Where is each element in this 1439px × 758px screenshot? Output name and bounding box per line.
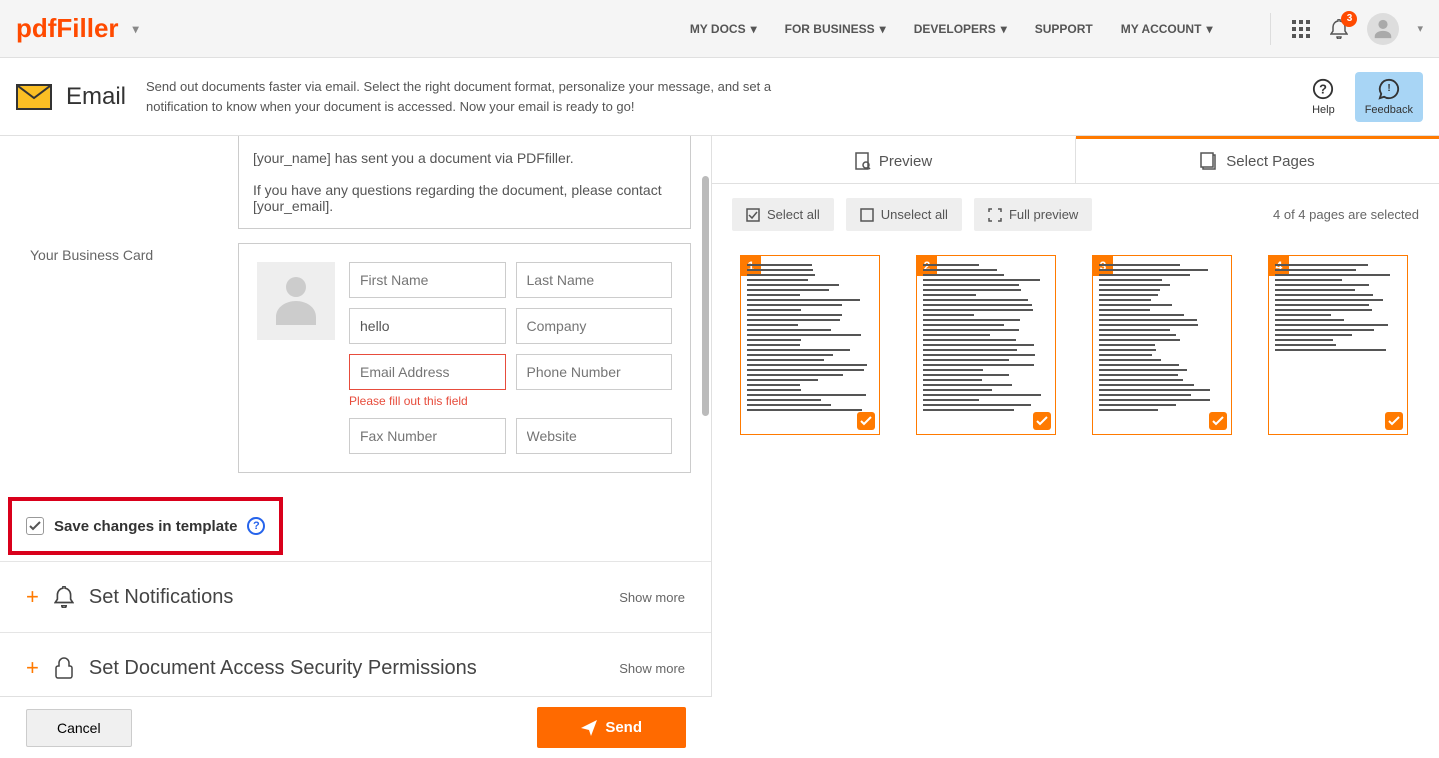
- save-template-row: Save changes in template ?: [8, 497, 283, 555]
- nav-developers-label: DEVELOPERS: [914, 22, 996, 36]
- business-card-form: Please fill out this field: [238, 243, 691, 473]
- save-template-label: Save changes in template: [54, 518, 237, 535]
- message-body[interactable]: [your_name] has sent you a document via …: [238, 136, 691, 229]
- page-thumbnail[interactable]: 2: [916, 255, 1056, 435]
- bell-icon[interactable]: 3: [1329, 19, 1349, 39]
- page-title: Email: [66, 83, 126, 111]
- plus-icon: +: [26, 655, 39, 681]
- page-checked-icon: [857, 412, 875, 430]
- user-avatar[interactable]: [1367, 13, 1399, 45]
- show-more-link[interactable]: Show more: [619, 590, 685, 605]
- page-thumbnail[interactable]: 3: [1092, 255, 1232, 435]
- email-input[interactable]: [349, 354, 506, 390]
- last-name-input[interactable]: [516, 262, 673, 298]
- sub-header: Email Send out documents faster via emai…: [0, 58, 1439, 136]
- svg-text:!: !: [1387, 82, 1390, 93]
- help-icon[interactable]: ?: [247, 517, 265, 535]
- header-actions: ? Help ! Feedback: [1312, 72, 1423, 122]
- top-bar: pdfFiller ▾ MY DOCS ▾ FOR BUSINESS ▾ DEVEL…: [0, 0, 1439, 58]
- page-grid: 1234: [712, 245, 1439, 445]
- caret-down-icon: ▾: [1001, 22, 1007, 36]
- company-input[interactable]: [516, 308, 673, 344]
- message-line1: [your_name] has sent you a document via …: [253, 150, 676, 166]
- select-all-label: Select all: [767, 207, 820, 222]
- nav-developers[interactable]: DEVELOPERS ▾: [914, 22, 1007, 36]
- full-preview-label: Full preview: [1009, 207, 1078, 222]
- show-more-link[interactable]: Show more: [619, 661, 685, 676]
- website-input[interactable]: [516, 418, 673, 454]
- caret-down-icon: ▾: [751, 22, 757, 36]
- plus-icon: +: [26, 584, 39, 610]
- card-inputs: Please fill out this field: [349, 262, 672, 454]
- save-template-checkbox[interactable]: [26, 517, 44, 535]
- feedback-button[interactable]: ! Feedback: [1355, 72, 1423, 122]
- page-checked-icon: [1385, 412, 1403, 430]
- logo-text: pdfFiller: [16, 13, 119, 44]
- email-icon: [16, 84, 52, 110]
- business-card-section: Your Business Card Please fill out this …: [0, 229, 711, 491]
- selection-status: 4 of 4 pages are selected: [1273, 207, 1419, 222]
- right-panel: Preview Select Pages Select all Unselect…: [712, 136, 1439, 696]
- help-button[interactable]: ? Help: [1312, 78, 1335, 116]
- first-name-input[interactable]: [349, 262, 506, 298]
- nav-support-label: SUPPORT: [1035, 22, 1093, 36]
- business-card-label: Your Business Card: [30, 243, 238, 473]
- scrollbar[interactable]: [702, 176, 709, 416]
- accordion-security[interactable]: + Set Document Access Security Permissio…: [0, 632, 711, 687]
- tab-strip: Preview Select Pages: [712, 136, 1439, 184]
- send-button[interactable]: Send: [537, 707, 686, 748]
- page-checked-icon: [1033, 412, 1051, 430]
- bell-icon: [53, 586, 75, 608]
- nav-business-label: FOR BUSINESS: [785, 22, 875, 36]
- top-icons: 3 ▾: [1270, 13, 1423, 45]
- tab-preview-label: Preview: [879, 153, 932, 170]
- phone-input[interactable]: [516, 354, 673, 390]
- top-nav: MY DOCS ▾ FOR BUSINESS ▾ DEVELOPERS ▾ SUPPO…: [690, 13, 1423, 45]
- left-panel: [your_name] has sent you a document via …: [0, 136, 712, 696]
- nav-account[interactable]: MY ACCOUNT ▾: [1121, 22, 1213, 36]
- tab-select-label: Select Pages: [1226, 153, 1314, 170]
- tab-select-pages[interactable]: Select Pages: [1076, 136, 1439, 183]
- fax-input[interactable]: [349, 418, 506, 454]
- nav-account-label: MY ACCOUNT: [1121, 22, 1202, 36]
- message-line2: If you have any questions regarding the …: [253, 182, 676, 214]
- page-description: Send out documents faster via email. Sel…: [146, 77, 826, 116]
- notification-badge: 3: [1341, 11, 1357, 27]
- page-thumbnail[interactable]: 1: [740, 255, 880, 435]
- avatar-placeholder[interactable]: [257, 262, 335, 340]
- unselect-all-label: Unselect all: [881, 207, 948, 222]
- main-content: [your_name] has sent you a document via …: [0, 136, 1439, 696]
- logo-caret-icon[interactable]: ▾: [133, 22, 139, 36]
- cancel-button[interactable]: Cancel: [26, 709, 132, 747]
- select-all-button[interactable]: Select all: [732, 198, 834, 231]
- page-checked-icon: [1209, 412, 1227, 430]
- caret-down-icon: ▾: [880, 22, 886, 36]
- svg-text:?: ?: [1319, 81, 1327, 96]
- apps-icon[interactable]: [1291, 19, 1311, 39]
- email-error: Please fill out this field: [349, 394, 506, 408]
- email-badge: Email: [16, 83, 126, 111]
- help-label: Help: [1312, 104, 1335, 116]
- send-label: Send: [605, 719, 642, 736]
- logo[interactable]: pdfFiller ▾: [16, 13, 139, 44]
- nav-business[interactable]: FOR BUSINESS ▾: [785, 22, 886, 36]
- tab-preview[interactable]: Preview: [712, 136, 1076, 183]
- feedback-label: Feedback: [1365, 104, 1413, 116]
- nav-mydocs-label: MY DOCS: [690, 22, 746, 36]
- full-preview-button[interactable]: Full preview: [974, 198, 1092, 231]
- nav-support[interactable]: SUPPORT: [1035, 22, 1093, 36]
- caret-down-icon: ▾: [1206, 22, 1212, 36]
- footer-bar: Cancel Send: [0, 696, 712, 758]
- page-toolbar: Select all Unselect all Full preview 4 o…: [712, 184, 1439, 245]
- unselect-all-button[interactable]: Unselect all: [846, 198, 962, 231]
- accordion-security-label: Set Document Access Security Permissions: [89, 657, 605, 680]
- job-title-input[interactable]: [349, 308, 506, 344]
- page-thumbnail[interactable]: 4: [1268, 255, 1408, 435]
- avatar-caret-icon[interactable]: ▾: [1417, 22, 1423, 35]
- cancel-label: Cancel: [57, 720, 101, 736]
- lock-icon: [53, 657, 75, 679]
- accordion-notifications-label: Set Notifications: [89, 586, 605, 609]
- nav-mydocs[interactable]: MY DOCS ▾: [690, 22, 757, 36]
- accordion-notifications[interactable]: + Set Notifications Show more: [0, 561, 711, 632]
